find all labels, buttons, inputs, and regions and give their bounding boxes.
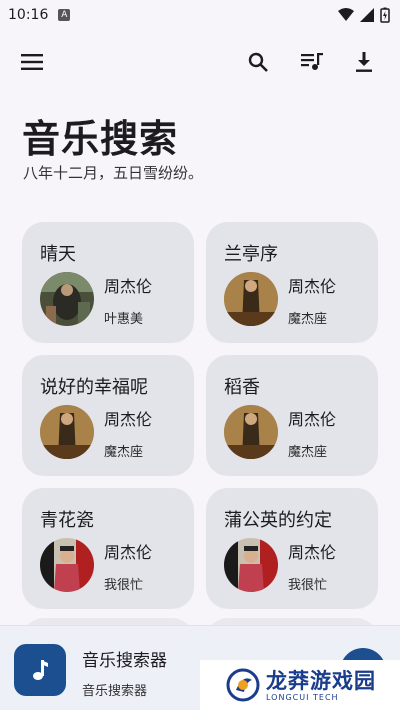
watermark-logo-icon	[226, 668, 260, 702]
menu-icon	[21, 54, 43, 70]
song-card[interactable]: 青花瓷 周杰伦 我很忙	[22, 488, 194, 609]
song-card[interactable]: 晴天 周杰伦 叶惠美	[22, 222, 194, 343]
song-title: 蒲公英的约定	[224, 510, 332, 531]
song-card[interactable]: 兰亭序 周杰伦 魔杰座	[206, 222, 378, 343]
song-card[interactable]: 稻香 周杰伦 魔杰座	[206, 355, 378, 476]
player-subtitle: 音乐搜索器	[82, 684, 148, 699]
album-cover	[224, 272, 278, 326]
watermark: 龙莽游戏园 LONGCUI TECH	[200, 660, 400, 710]
battery-icon	[380, 7, 390, 23]
queue-button[interactable]	[294, 44, 330, 80]
song-title: 说好的幸福呢	[40, 377, 148, 398]
queue-music-icon	[301, 53, 323, 70]
album-cover	[40, 272, 94, 326]
download-button[interactable]	[346, 44, 382, 80]
album-cover	[224, 405, 278, 459]
music-note-icon	[33, 660, 48, 680]
song-artist: 周杰伦	[104, 277, 153, 296]
song-album: 我很忙	[104, 578, 144, 593]
song-artist: 周杰伦	[288, 410, 337, 429]
wifi-icon	[338, 8, 354, 21]
album-cover	[40, 538, 94, 592]
song-artist: 周杰伦	[104, 410, 153, 429]
album-cover	[224, 538, 278, 592]
search-icon	[248, 52, 268, 72]
status-bar: 10:16 A	[0, 0, 400, 30]
song-artist: 周杰伦	[288, 277, 337, 296]
song-card[interactable]: 说好的幸福呢 周杰伦 魔杰座	[22, 355, 194, 476]
song-album: 叶惠美	[104, 312, 144, 327]
page-subtitle: 八年十二月，五日雪纷纷。	[23, 164, 204, 182]
song-title: 青花瓷	[40, 510, 94, 531]
song-album: 魔杰座	[288, 312, 328, 327]
song-artist: 周杰伦	[104, 543, 153, 562]
player-title: 音乐搜索器	[82, 651, 167, 671]
notification-icon: A	[58, 9, 71, 21]
status-icons	[338, 7, 390, 23]
album-cover	[40, 405, 94, 459]
status-time: 10:16	[8, 7, 49, 23]
page-title: 音乐搜索	[22, 117, 179, 161]
player-art	[14, 644, 66, 696]
song-title: 稻香	[224, 377, 260, 398]
song-artist: 周杰伦	[288, 543, 337, 562]
download-icon	[356, 52, 372, 72]
song-album: 我很忙	[288, 578, 328, 593]
watermark-subtext: LONGCUI TECH	[266, 692, 339, 702]
song-album: 魔杰座	[104, 445, 144, 460]
watermark-text: 龙莽游戏园	[266, 668, 376, 693]
song-album: 魔杰座	[288, 445, 328, 460]
menu-button[interactable]	[14, 44, 50, 80]
song-title: 晴天	[40, 244, 76, 265]
song-card[interactable]: 蒲公英的约定 周杰伦 我很忙	[206, 488, 378, 609]
search-button[interactable]	[240, 44, 276, 80]
song-title: 兰亭序	[224, 244, 278, 265]
signal-icon	[360, 8, 374, 22]
song-grid: 晴天 周杰伦 叶惠美 兰亭序 周杰伦 魔杰座 说好的幸福呢 周杰伦 魔杰座 稻香…	[22, 222, 378, 609]
toolbar	[0, 44, 400, 80]
